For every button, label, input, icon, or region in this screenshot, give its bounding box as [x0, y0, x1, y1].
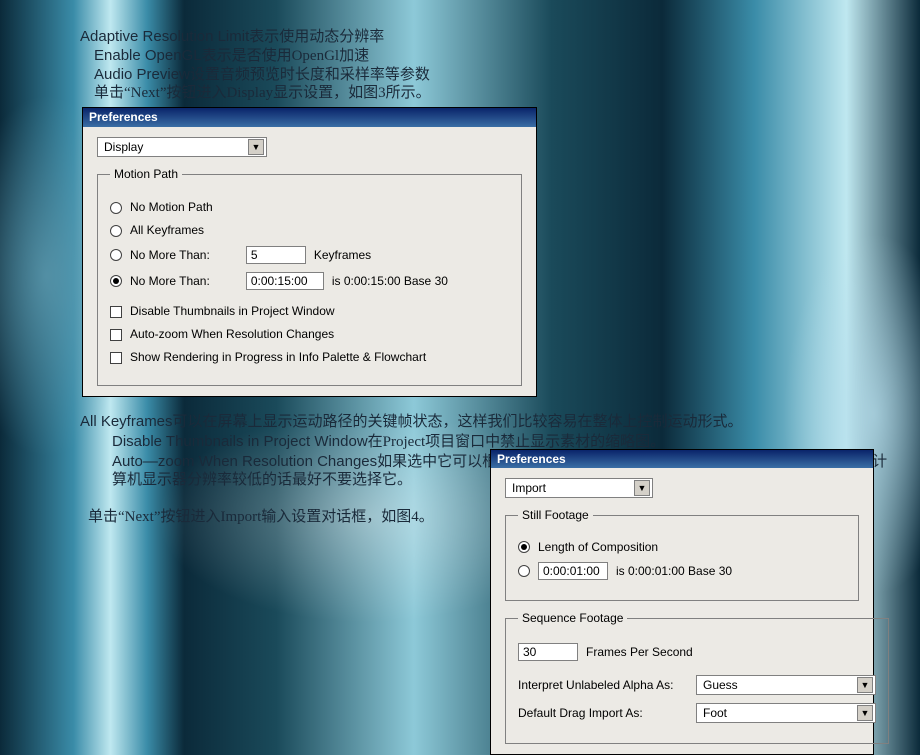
still-footage-legend: Still Footage — [518, 508, 593, 522]
radio-all-keyframes[interactable] — [110, 225, 122, 237]
desc-opengl: 表示是否使用OpenGl加速 — [202, 48, 370, 64]
term-opengl: Enable OpenGL — [94, 47, 202, 64]
check-auto-zoom[interactable] — [110, 329, 122, 341]
alpha-dropdown[interactable]: Guess ▼ — [696, 675, 876, 695]
sequence-footage-group: Sequence Footage 30 Frames Per Second In… — [505, 611, 889, 744]
input-keyframe-count[interactable]: 5 — [246, 246, 306, 264]
motion-path-group: Motion Path No Motion Path All Keyframes… — [97, 167, 522, 386]
desc-audio: 设置音频预览时长度和采样率等参数 — [190, 67, 430, 83]
label-disable-thumbnails: Disable Thumbnails in Project Window — [130, 304, 335, 319]
label-no-motion-path: No Motion Path — [130, 200, 213, 215]
suffix-still-length: is 0:00:01:00 Base 30 — [616, 564, 732, 578]
category-value: Import — [512, 481, 546, 495]
category-dropdown[interactable]: Import ▼ — [505, 478, 653, 498]
drag-dropdown[interactable]: Foot ▼ — [696, 703, 876, 723]
label-fps: Frames Per Second — [586, 645, 693, 659]
category-value: Display — [104, 140, 143, 155]
label-no-more-than-time: No More Than: — [130, 274, 210, 289]
chevron-down-icon[interactable]: ▼ — [857, 677, 873, 693]
sequence-footage-legend: Sequence Footage — [518, 611, 627, 625]
term-all-keyframes: All Keyframes — [80, 413, 173, 430]
suffix-keyframes: Keyframes — [314, 248, 371, 263]
dialog-title: Preferences — [83, 108, 536, 127]
label-all-keyframes: All Keyframes — [130, 223, 204, 238]
radio-no-more-than-time[interactable] — [110, 275, 122, 287]
desc-all-keyframes: 可以在屏幕上显示运动路径的关键帧状态，这样我们比较容易在整体上控制运动形式。 — [173, 414, 743, 430]
drag-value: Foot — [703, 706, 727, 720]
category-dropdown[interactable]: Display ▼ — [97, 137, 267, 157]
radio-custom-length[interactable] — [518, 565, 530, 577]
term-disable-thumb: Disable Thumbnails in Project Window — [112, 433, 368, 450]
radio-no-more-than-kf[interactable] — [110, 249, 122, 261]
dialog-title: Preferences — [491, 450, 873, 468]
chevron-down-icon[interactable]: ▼ — [857, 705, 873, 721]
check-disable-thumbnails[interactable] — [110, 306, 122, 318]
desc-adaptive: 表示使用动态分辨率 — [249, 29, 384, 45]
motion-path-legend: Motion Path — [110, 167, 182, 182]
preferences-display-dialog: Preferences Display ▼ Motion Path No Mot… — [82, 107, 537, 397]
term-adaptive: Adaptive Resolution Limit — [80, 28, 249, 45]
still-footage-group: Still Footage Length of Composition 0:00… — [505, 508, 859, 601]
intro-lines: Adaptive Resolution Limit表示使用动态分辨率 Enabl… — [80, 28, 900, 103]
label-show-rendering: Show Rendering in Progress in Info Palet… — [130, 350, 426, 365]
term-auto-zoom: Auto—zoom When Resolution Changes — [112, 453, 377, 470]
input-still-length[interactable]: 0:00:01:00 — [538, 562, 608, 580]
input-time-limit[interactable]: 0:00:15:00 — [246, 272, 324, 290]
next-display-line: 单击“Next”按钮进入Display显示设置，如图3所示。 — [80, 84, 900, 103]
radio-length-of-comp[interactable] — [518, 541, 530, 553]
label-drag: Default Drag Import As: — [518, 706, 688, 720]
preferences-import-dialog: Preferences Import ▼ Still Footage Lengt… — [490, 449, 874, 755]
label-auto-zoom: Auto-zoom When Resolution Changes — [130, 327, 334, 342]
check-show-rendering[interactable] — [110, 352, 122, 364]
label-no-more-than-kf: No More Than: — [130, 248, 210, 263]
input-fps[interactable]: 30 — [518, 643, 578, 661]
desc-disable-thumb: 在Project项目窗口中禁止显示素材的缩略图。 — [368, 434, 666, 450]
chevron-down-icon[interactable]: ▼ — [634, 480, 650, 496]
label-length-of-comp: Length of Composition — [538, 540, 658, 554]
radio-no-motion-path[interactable] — [110, 202, 122, 214]
chevron-down-icon[interactable]: ▼ — [248, 139, 264, 155]
suffix-time: is 0:00:15:00 Base 30 — [332, 274, 448, 289]
term-audio: Audio Preview — [94, 66, 190, 83]
